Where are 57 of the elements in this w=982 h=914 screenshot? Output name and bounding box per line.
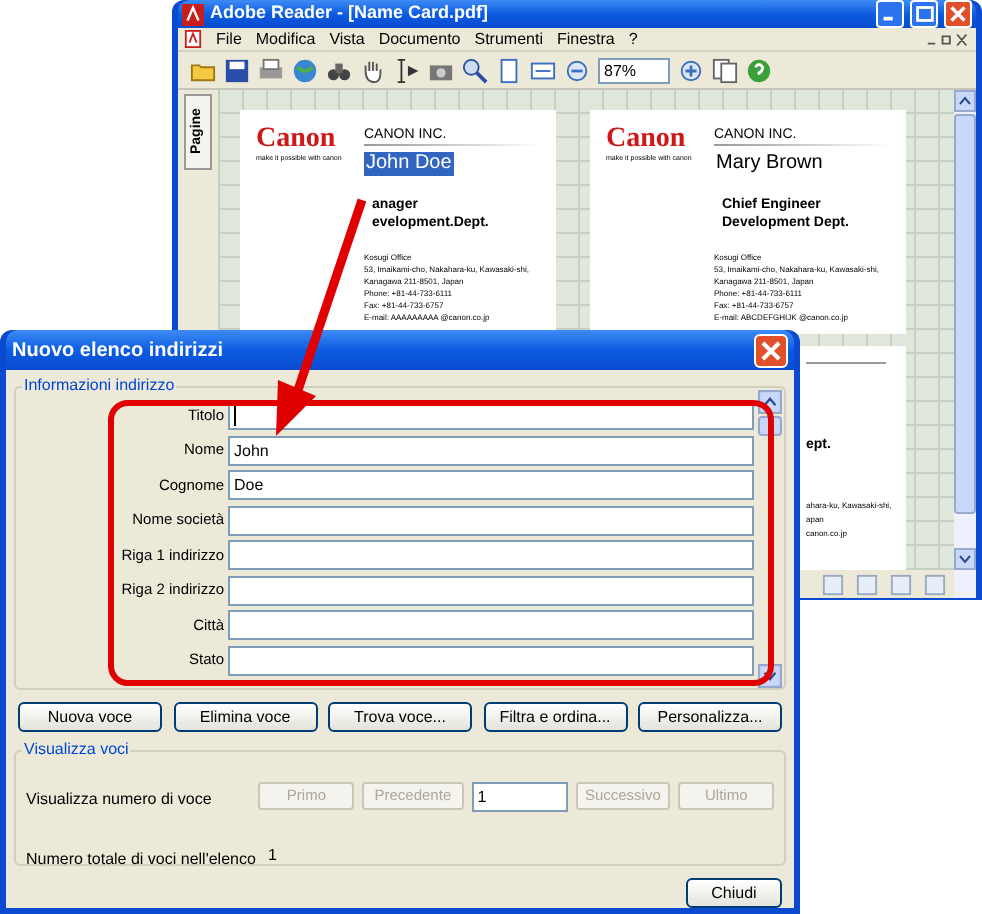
maximize-icon[interactable]: [910, 0, 938, 28]
print-icon[interactable]: [258, 57, 284, 83]
number-field[interactable]: 1: [471, 781, 568, 811]
text-field[interactable]: [228, 575, 754, 605]
fit-width-icon[interactable]: [530, 57, 556, 83]
logo: Canon: [606, 126, 686, 154]
group-label: Visualizza voci: [22, 740, 131, 760]
menu-item[interactable]: Strumenti: [474, 27, 543, 51]
scrollbar[interactable]: [954, 90, 976, 598]
fit-page-icon[interactable]: [496, 57, 522, 83]
field-label: Visualizza numero di voce: [26, 790, 212, 808]
menu-item[interactable]: Modifica: [255, 27, 316, 51]
zoom-in-icon[interactable]: [678, 57, 704, 83]
logo: Canon: [256, 126, 336, 154]
document-icon: [184, 30, 202, 48]
action-button[interactable]: Elimina voce: [173, 702, 317, 732]
window-controls-icon[interactable]: [926, 31, 970, 47]
scroll-thumb[interactable]: [954, 114, 976, 514]
window-title: Nuovo elenco indirizzi: [12, 337, 226, 365]
window-title: Adobe Reader - [Name Card.pdf]: [210, 0, 491, 27]
text-field[interactable]: [228, 610, 754, 640]
pages-icon[interactable]: [712, 57, 738, 83]
minimize-icon[interactable]: [876, 0, 904, 28]
text-cursor-icon[interactable]: [394, 57, 420, 83]
text-field[interactable]: John: [228, 435, 754, 465]
action-button[interactable]: Personalizza...: [638, 702, 782, 732]
menu-item[interactable]: File: [216, 27, 242, 51]
person-name: Mary Brown: [714, 152, 825, 176]
text-field[interactable]: [228, 645, 754, 675]
text-field[interactable]: [228, 540, 754, 570]
zoom-field[interactable]: 87%: [598, 57, 670, 83]
text-field[interactable]: [228, 505, 754, 535]
action-button[interactable]: Filtra e ordina...: [483, 702, 627, 732]
globe-icon[interactable]: [292, 57, 318, 83]
menu-item[interactable]: Documento: [378, 27, 461, 51]
scroll-down-icon[interactable]: [954, 548, 976, 570]
zoom-out-icon[interactable]: [564, 57, 590, 83]
close-button[interactable]: Chiudi: [686, 878, 782, 908]
hand-icon[interactable]: [360, 57, 386, 83]
action-button[interactable]: Trova voce...: [328, 702, 472, 732]
save-icon[interactable]: [224, 57, 250, 83]
close-icon[interactable]: [754, 333, 788, 367]
menu-item[interactable]: Finestra: [556, 27, 615, 51]
action-button[interactable]: Nuova voce: [18, 702, 162, 732]
group-label: Informazioni indirizzo: [22, 376, 177, 396]
menu-item[interactable]: Vista: [329, 27, 365, 51]
app-icon: [182, 3, 204, 25]
scrollbar[interactable]: [758, 390, 782, 688]
text-field[interactable]: Doe: [228, 470, 754, 500]
total-count: 1: [268, 844, 277, 868]
scroll-up-icon[interactable]: [954, 90, 976, 112]
close-icon[interactable]: [944, 0, 972, 28]
zoom-icon[interactable]: [462, 57, 488, 83]
field-label: Numero totale di voci nell'elenco: [26, 850, 256, 868]
menu-item[interactable]: ?: [628, 27, 638, 51]
help-icon[interactable]: [746, 57, 772, 83]
person-name: John Doe: [364, 152, 454, 176]
